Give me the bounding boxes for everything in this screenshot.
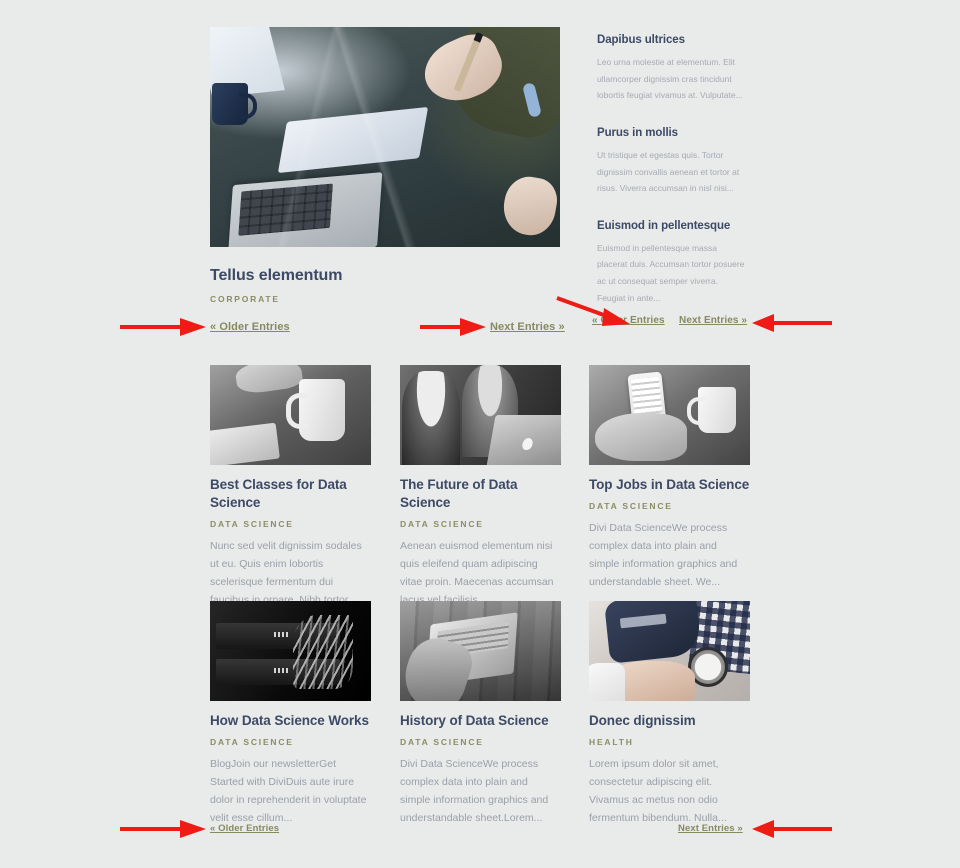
- post-card[interactable]: Top Jobs in Data Science DATA SCIENCE Di…: [589, 365, 750, 591]
- arrow-to-main-next-entries: [420, 318, 486, 336]
- post-card-title[interactable]: Best Classes for Data Science: [210, 476, 371, 512]
- post-card-image[interactable]: [210, 365, 371, 465]
- post-card[interactable]: How Data Science Works DATA SCIENCE Blog…: [210, 601, 371, 827]
- post-card-category[interactable]: HEALTH: [589, 737, 750, 747]
- post-card-title[interactable]: Top Jobs in Data Science: [589, 476, 750, 494]
- post-card-image[interactable]: [589, 365, 750, 465]
- main-pager-older-entries-link[interactable]: « Older Entries: [210, 321, 290, 333]
- post-card-excerpt: Aenean euismod elementum nisi quis eleif…: [400, 539, 554, 606]
- post-card-title[interactable]: The Future of Data Science: [400, 476, 561, 512]
- post-card-category[interactable]: DATA SCIENCE: [589, 501, 750, 511]
- post-card-title[interactable]: How Data Science Works: [210, 712, 371, 730]
- post-card-title[interactable]: Donec dignissim: [589, 712, 750, 730]
- post-card-excerpt: Divi Data ScienceWe process complex data…: [589, 521, 738, 588]
- featured-post-title[interactable]: Tellus elementum: [210, 265, 560, 286]
- post-card-category[interactable]: DATA SCIENCE: [400, 519, 561, 529]
- post-card-category[interactable]: DATA SCIENCE: [400, 737, 561, 747]
- post-card-excerpt: Nunc sed velit dignissim sodales ut eu. …: [210, 539, 362, 606]
- blog-archive-page: Tellus elementum CORPORATE Dapibus ultri…: [0, 0, 960, 868]
- sidebar-entry-excerpt: Euismod in pellentesque massa placerat d…: [597, 242, 745, 303]
- post-card-excerpt: Lorem ipsum dolor sit amet, consectetur …: [589, 757, 727, 824]
- post-card-image[interactable]: [400, 365, 561, 465]
- list-item[interactable]: Euismod in pellentesque Euismod in pelle…: [597, 219, 747, 306]
- arrow-to-bottom-older-entries: [120, 820, 206, 838]
- featured-post[interactable]: Tellus elementum CORPORATE: [210, 27, 560, 312]
- sidebar-entry-excerpt: Leo urna molestie at elementum. Elit ull…: [597, 57, 743, 101]
- list-item[interactable]: Dapibus ultrices Leo urna molestie at el…: [597, 33, 747, 104]
- post-card-title[interactable]: History of Data Science: [400, 712, 561, 730]
- post-card[interactable]: Donec dignissim HEALTH Lorem ipsum dolor…: [589, 601, 750, 827]
- post-card-category[interactable]: DATA SCIENCE: [210, 737, 371, 747]
- post-card-image[interactable]: [400, 601, 561, 701]
- sidebar-entry-title[interactable]: Euismod in pellentesque: [597, 219, 747, 234]
- post-card-category[interactable]: DATA SCIENCE: [210, 519, 371, 529]
- post-card[interactable]: History of Data Science DATA SCIENCE Div…: [400, 601, 561, 827]
- sidebar-pager-next-entries-link[interactable]: Next Entries »: [679, 315, 747, 326]
- post-card-excerpt: BlogJoin our newsletterGet Started with …: [210, 757, 367, 824]
- featured-post-image[interactable]: [210, 27, 560, 247]
- post-card-excerpt: Divi Data ScienceWe process complex data…: [400, 757, 549, 824]
- sidebar-entry-title[interactable]: Purus in mollis: [597, 126, 747, 141]
- post-card-image[interactable]: [589, 601, 750, 701]
- sidebar-pager-older-entries-link[interactable]: « Older Entries: [592, 315, 665, 326]
- post-card[interactable]: The Future of Data Science DATA SCIENCE …: [400, 365, 561, 609]
- arrow-to-sidebar-next-entries: [752, 314, 832, 332]
- featured-post-category[interactable]: CORPORATE: [210, 294, 560, 304]
- main-pager-next-entries-link[interactable]: Next Entries »: [490, 321, 565, 333]
- arrow-to-bottom-next-entries: [752, 820, 832, 838]
- post-card-image[interactable]: [210, 601, 371, 701]
- sidebar-entries: Dapibus ultrices Leo urna molestie at el…: [597, 33, 747, 328]
- arrow-to-main-older-entries: [120, 318, 206, 336]
- post-card[interactable]: Best Classes for Data Science DATA SCIEN…: [210, 365, 371, 609]
- list-item[interactable]: Purus in mollis Ut tristique et egestas …: [597, 126, 747, 197]
- sidebar-entry-excerpt: Ut tristique et egestas quis. Tortor dig…: [597, 150, 740, 194]
- sidebar-entry-title[interactable]: Dapibus ultrices: [597, 33, 747, 48]
